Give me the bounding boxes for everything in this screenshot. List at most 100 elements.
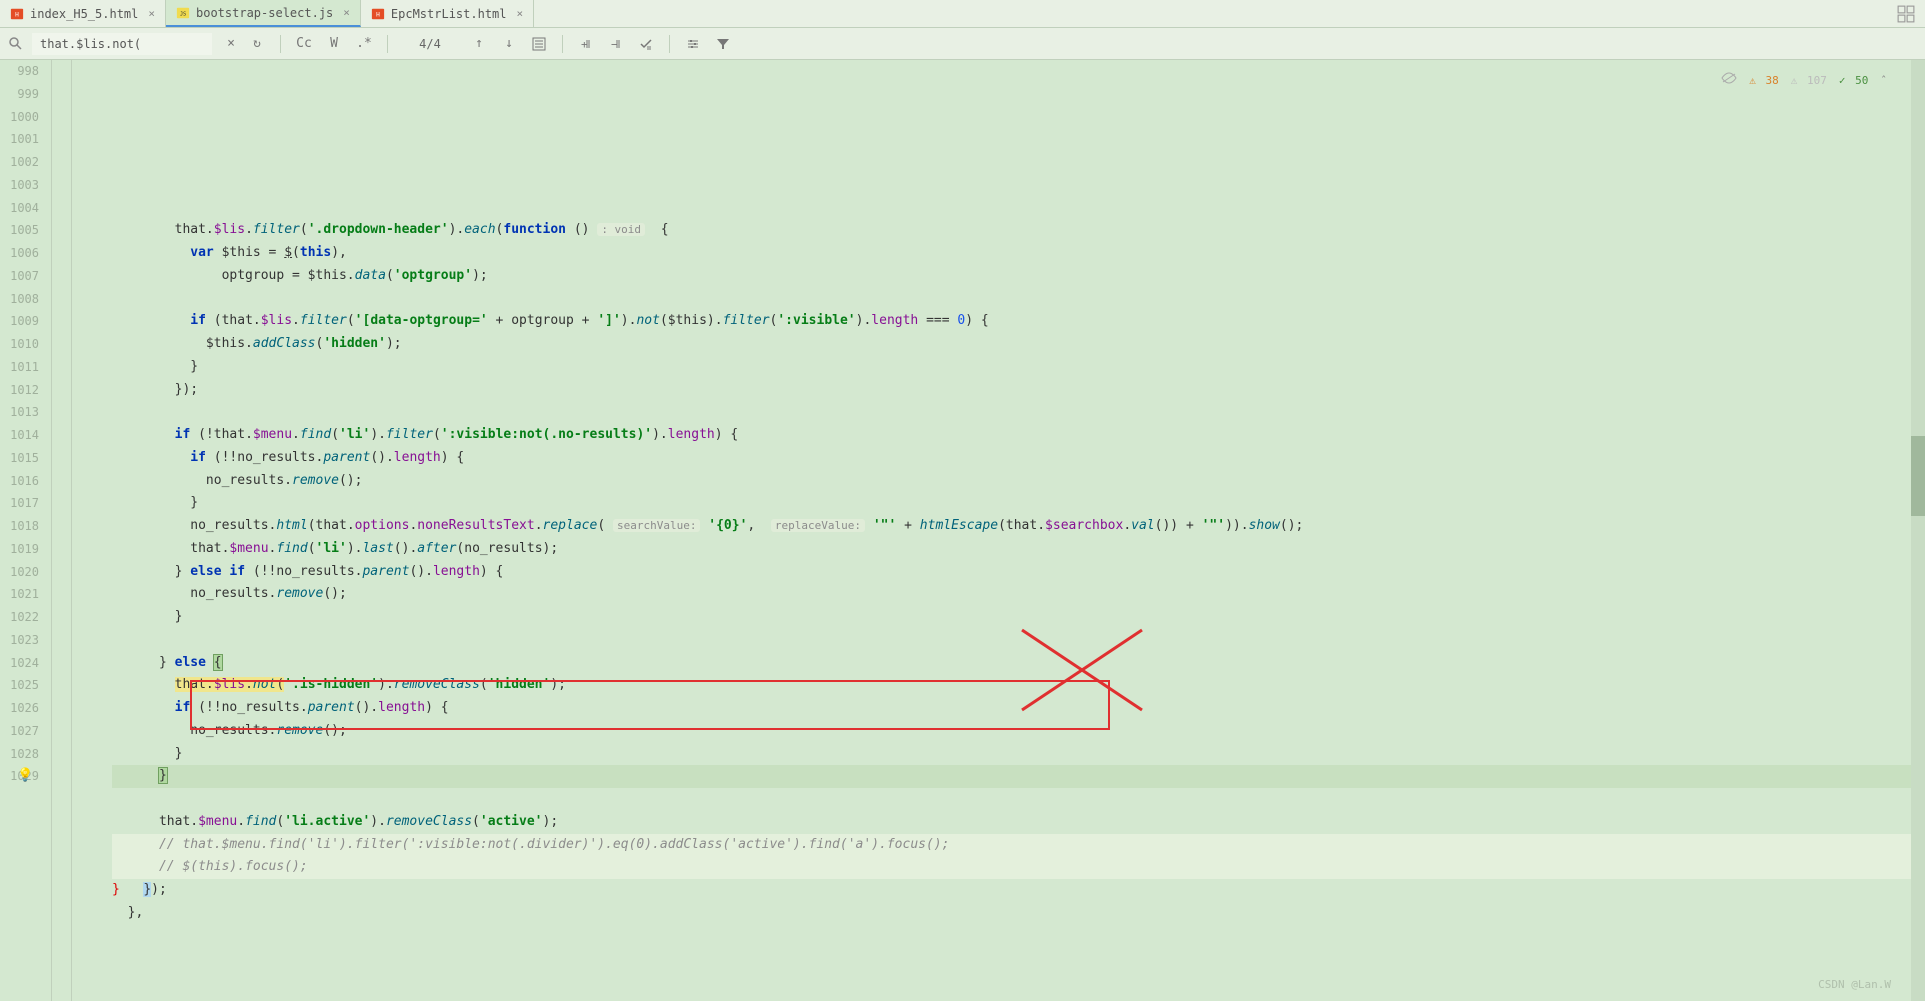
words-toggle[interactable]: W	[323, 33, 345, 55]
code-line[interactable]: } else if (!!no_results.parent().length)…	[112, 561, 1911, 584]
regex-toggle[interactable]: .*	[353, 33, 375, 55]
code-line[interactable]: },	[112, 902, 1911, 925]
grid-icon[interactable]	[1897, 5, 1915, 23]
code-line[interactable]: 💡 }	[112, 765, 1911, 788]
tab-label: index_H5_5.html	[30, 7, 138, 21]
code-line[interactable]: no_results.html(that.options.noneResults…	[112, 515, 1911, 538]
code-line[interactable]: // that.$menu.find('li').filter(':visibl…	[112, 834, 1911, 857]
tab-index-h5[interactable]: H index_H5_5.html ×	[0, 0, 166, 27]
line-number: 1000	[0, 106, 39, 129]
select-all-occurrences-button[interactable]	[635, 33, 657, 55]
code-line[interactable]	[112, 401, 1911, 424]
scroll-thumb[interactable]	[1911, 436, 1925, 516]
line-number: 999	[0, 83, 39, 106]
next-match-button[interactable]: ↓	[498, 33, 520, 55]
search-input[interactable]	[32, 33, 212, 55]
editor-tabs: H index_H5_5.html × JS bootstrap-select.…	[0, 0, 1925, 28]
code-line[interactable]: no_results.remove();	[112, 470, 1911, 493]
tab-epcmstrlist[interactable]: H EpcMstrList.html ×	[361, 0, 534, 27]
reader-mode-icon[interactable]	[1721, 70, 1737, 93]
line-number: 1008	[0, 288, 39, 311]
remove-selection-button[interactable]: −	[605, 33, 627, 55]
close-icon[interactable]: ×	[343, 6, 350, 19]
line-number: 1003	[0, 174, 39, 197]
inspection-badges[interactable]: ⚠ 38 ⚠ 107 ✓ 50 ˆ	[1717, 68, 1891, 95]
code-line[interactable]: that.$lis.not('.is-hidden').removeClass(…	[112, 674, 1911, 697]
clear-search-button[interactable]: ×	[220, 33, 242, 55]
weak-warnings-badge[interactable]: ⚠ 107	[1791, 70, 1827, 93]
top-right-tools	[1897, 0, 1925, 27]
code-line[interactable]	[112, 288, 1911, 311]
line-number: 1012	[0, 379, 39, 402]
settings-button[interactable]	[682, 33, 704, 55]
code-line[interactable]	[112, 629, 1911, 652]
code-line[interactable]	[112, 788, 1911, 811]
code-line[interactable]	[112, 197, 1911, 220]
line-number: 1007	[0, 265, 39, 288]
line-number: 1005	[0, 219, 39, 242]
code-line[interactable]: var $this = $(this),	[112, 242, 1911, 265]
code-line[interactable]: $this.addClass('hidden');	[112, 333, 1911, 356]
tab-bootstrap-select[interactable]: JS bootstrap-select.js ×	[166, 0, 361, 27]
code-line[interactable]: } });	[112, 879, 1911, 902]
match-case-toggle[interactable]: Cc	[293, 33, 315, 55]
select-all-button[interactable]	[528, 33, 550, 55]
intention-bulb-icon[interactable]: 💡	[17, 765, 33, 788]
tab-label: bootstrap-select.js	[196, 6, 333, 20]
line-number: 1004	[0, 197, 39, 220]
prev-match-button[interactable]: ↑	[468, 33, 490, 55]
line-number: 1011	[0, 356, 39, 379]
line-number: 1009	[0, 310, 39, 333]
expand-icon[interactable]: ˆ	[1880, 70, 1887, 93]
code-area[interactable]: ⚠ 38 ⚠ 107 ✓ 50 ˆ CSDN @Lan.W that.$lis.…	[72, 60, 1911, 1001]
line-number: 1006	[0, 242, 39, 265]
watermark: CSDN @Lan.W	[1818, 974, 1891, 997]
code-line[interactable]: no_results.remove();	[112, 583, 1911, 606]
code-line[interactable]: no_results.remove();	[112, 720, 1911, 743]
line-number: 1018	[0, 515, 39, 538]
fold-gutter[interactable]	[52, 60, 72, 1001]
code-line[interactable]: if (!!no_results.parent().length) {	[112, 697, 1911, 720]
filter-button[interactable]	[712, 33, 734, 55]
line-number: 1021	[0, 583, 39, 606]
vertical-scrollbar[interactable]	[1911, 60, 1925, 1001]
line-number: 998	[0, 60, 39, 83]
line-number: 1002	[0, 151, 39, 174]
code-line[interactable]: if (!that.$menu.find('li').filter(':visi…	[112, 424, 1911, 447]
typos-badge[interactable]: ✓ 50	[1839, 70, 1869, 93]
line-number: 1019	[0, 538, 39, 561]
code-line[interactable]: that.$lis.filter('.dropdown-header').eac…	[112, 219, 1911, 242]
add-selection-button[interactable]: +	[575, 33, 597, 55]
search-icon	[8, 36, 24, 52]
code-line[interactable]: that.$menu.find('li').last().after(no_re…	[112, 538, 1911, 561]
code-line[interactable]: // $(this).focus();	[112, 856, 1911, 879]
find-toolbar: × ↻ Cc W .* 4/4 ↑ ↓ + −	[0, 28, 1925, 60]
svg-text:H: H	[15, 11, 19, 18]
line-number: 1016	[0, 470, 39, 493]
line-number: 1027	[0, 720, 39, 743]
line-number: 1001	[0, 128, 39, 151]
line-number-gutter[interactable]: 9989991000100110021003100410051006100710…	[0, 60, 52, 1001]
code-line[interactable]: }	[112, 492, 1911, 515]
line-number: 1023	[0, 629, 39, 652]
code-line[interactable]: });	[112, 379, 1911, 402]
code-line[interactable]: if (!!no_results.parent().length) {	[112, 447, 1911, 470]
code-line[interactable]: }	[112, 606, 1911, 629]
warnings-badge[interactable]: ⚠ 38	[1749, 70, 1779, 93]
code-line[interactable]: if (that.$lis.filter('[data-optgroup=' +…	[112, 310, 1911, 333]
html-file-icon: H	[10, 7, 24, 21]
code-line[interactable]: that.$menu.find('li.active').removeClass…	[112, 811, 1911, 834]
code-line[interactable]: }	[112, 356, 1911, 379]
line-number: 1020	[0, 561, 39, 584]
line-number: 1024	[0, 652, 39, 675]
search-history-button[interactable]: ↻	[246, 33, 268, 55]
line-number: 1022	[0, 606, 39, 629]
code-line[interactable]: }	[112, 743, 1911, 766]
line-number: 1028	[0, 743, 39, 766]
close-icon[interactable]: ×	[148, 7, 155, 20]
line-number: 1025	[0, 674, 39, 697]
code-line[interactable]: } else {	[112, 652, 1911, 675]
code-line[interactable]: optgroup = $this.data('optgroup');	[112, 265, 1911, 288]
close-icon[interactable]: ×	[517, 7, 524, 20]
line-number: 1015	[0, 447, 39, 470]
